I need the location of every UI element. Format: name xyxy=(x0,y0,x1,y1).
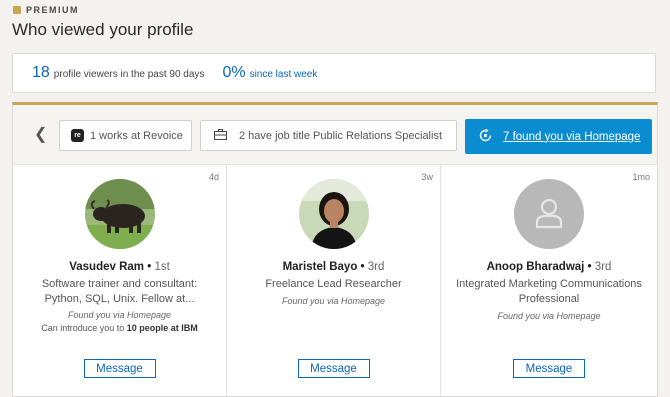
change-stat[interactable]: 0% since last week xyxy=(222,64,317,82)
filter-chip-label: 2 have job title Public Relations Specia… xyxy=(239,129,443,142)
revoice-logo-icon: re xyxy=(71,129,84,142)
found-via: Found you via Homepage xyxy=(497,311,601,321)
filter-chip-job-title[interactable]: 2 have job title Public Relations Specia… xyxy=(200,120,457,151)
chevron-left-icon[interactable]: ❮ xyxy=(34,124,47,144)
filter-chip-label: 7 found you via Homepage xyxy=(503,130,641,143)
time-ago: 1mo xyxy=(632,172,650,182)
viewer-name[interactable]: Vasudev Ram • 1st xyxy=(13,261,226,273)
filter-bar: ❮ re 1 works at Revoice 2 have job title… xyxy=(13,105,657,165)
viewers-stat[interactable]: 18 profile viewers in the past 90 days xyxy=(32,64,204,82)
change-text: since last week xyxy=(249,69,318,80)
connection-degree: 3rd xyxy=(367,261,385,273)
viewers-count: 18 xyxy=(32,64,50,81)
premium-header: PREMIUM xyxy=(13,5,79,15)
time-ago: 4d xyxy=(208,172,219,182)
change-percent: 0% xyxy=(222,64,246,81)
briefcase-icon xyxy=(214,128,227,143)
message-button[interactable]: Message xyxy=(513,359,585,378)
page-title: Who viewed your profile xyxy=(12,20,194,39)
viewer-name-text: Maristel Bayo xyxy=(282,261,358,273)
found-via: Found you via Homepage xyxy=(281,296,386,306)
avatar[interactable] xyxy=(298,179,369,249)
avatar-placeholder[interactable] xyxy=(514,179,584,249)
refresh-icon xyxy=(479,128,492,145)
stats-summary: 18 profile viewers in the past 90 days 0… xyxy=(12,53,656,93)
filter-chip-company[interactable]: re 1 works at Revoice xyxy=(59,120,192,151)
viewer-name-text: Anoop Bharadwaj xyxy=(486,261,585,273)
connection-degree: 1st xyxy=(154,261,170,273)
viewers-panel: ❮ re 1 works at Revoice 2 have job title… xyxy=(12,102,658,397)
message-button[interactable]: Message xyxy=(297,359,370,378)
time-ago: 3w xyxy=(421,172,433,182)
connection-degree: 3rd xyxy=(594,261,612,273)
avatar[interactable] xyxy=(84,179,155,249)
viewer-headline: Integrated Marketing Communications Prof… xyxy=(456,278,642,305)
intro-highlight[interactable]: 10 people at IBM xyxy=(127,323,198,333)
intro-prefix: Can introduce you to xyxy=(41,323,125,333)
viewers-text: profile viewers in the past 90 days xyxy=(53,69,205,80)
viewer-card[interactable]: 3w Maristel Bayo • 3rd Freelance Lead Re… xyxy=(227,165,441,397)
viewer-name-text: Vasudev Ram xyxy=(69,261,145,273)
viewer-headline: Software trainer and consultant: Python,… xyxy=(41,278,198,305)
viewer-name[interactable]: Anoop Bharadwaj • 3rd xyxy=(441,261,657,273)
found-via: Found you via Homepage xyxy=(67,310,172,320)
viewer-name[interactable]: Maristel Bayo • 3rd xyxy=(227,261,440,273)
premium-label: PREMIUM xyxy=(26,5,79,15)
premium-badge-icon xyxy=(13,6,21,14)
viewer-card[interactable]: 1mo Anoop Bharadwaj • 3rd Integrated Mar… xyxy=(441,165,657,397)
message-button[interactable]: Message xyxy=(83,359,156,378)
viewer-headline: Freelance Lead Researcher xyxy=(265,278,402,290)
viewer-card[interactable]: 4d Vasudev Ram • 1st Software trainer an… xyxy=(13,165,227,397)
filter-chip-homepage[interactable]: 7 found you via Homepage xyxy=(465,119,652,154)
filter-chip-label: 1 works at Revoice xyxy=(90,129,183,142)
introduction-text: Can introduce you to 10 people at IBM xyxy=(13,323,226,333)
